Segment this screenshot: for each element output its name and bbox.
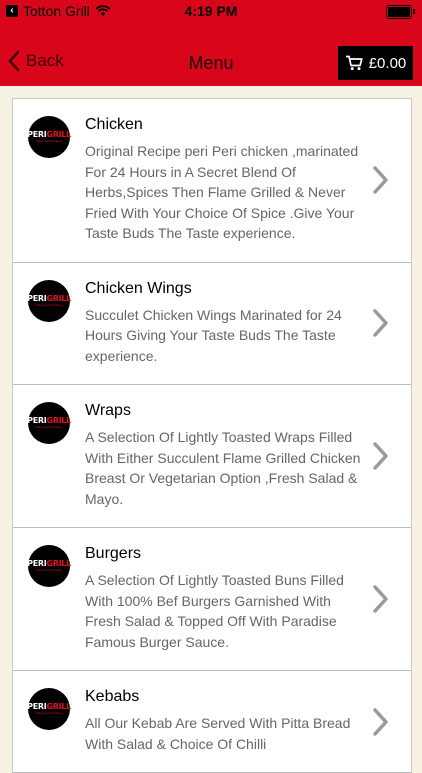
menu-item-description: A Selection Of Lightly Toasted Wraps Fil… [85, 429, 361, 507]
navigation-bar: Back Menu £0.00 [0, 22, 422, 86]
menu-item-wraps[interactable]: PERIGRILL Flame Grill Chicken Wraps A Se… [13, 385, 411, 528]
menu-item-title: Chicken [85, 116, 143, 133]
menu-item-title: Kebabs [85, 688, 140, 705]
restaurant-logo: PERIGRILL Flame Grill Chicken [27, 116, 71, 158]
menu-item-description: All Our Kebab Are Served With Pitta Brea… [85, 715, 351, 752]
menu-item-title: Burgers [85, 545, 142, 562]
restaurant-logo: PERIGRILL Flame Grill Chicken [27, 688, 71, 730]
menu-item-description: Original Recipe peri Peri chicken ,marin… [85, 143, 359, 241]
menu-item-title: Wraps [85, 402, 131, 419]
chevron-right-icon [373, 309, 388, 337]
cart-button[interactable]: £0.00 [338, 46, 413, 80]
menu-item-chicken-wings[interactable]: PERIGRILL Flame Grill Chicken Chicken Wi… [13, 263, 411, 385]
restaurant-logo: PERIGRILL Flame Grill Chicken [27, 402, 71, 444]
cart-icon [345, 55, 363, 71]
menu-item-kebabs[interactable]: PERIGRILL Flame Grill Chicken Kebabs All… [13, 671, 411, 773]
menu-item-description: Succulet Chicken Wings Marinated for 24 … [85, 306, 342, 364]
menu-item-burgers[interactable]: PERIGRILL Flame Grill Chicken Burgers A … [13, 528, 411, 671]
restaurant-logo: PERIGRILL Flame Grill Chicken [27, 279, 71, 322]
restaurant-logo: PERIGRILL Flame Grill Chicken [27, 545, 71, 587]
menu-item-description: A Selection Of Lightly Toasted Buns Fill… [85, 572, 344, 650]
menu-list: PERIGRILL Flame Grill Chicken Chicken Or… [12, 98, 412, 773]
chevron-right-icon [373, 585, 388, 613]
cart-total: £0.00 [368, 54, 407, 72]
menu-item-chicken[interactable]: PERIGRILL Flame Grill Chicken Chicken Or… [13, 99, 411, 263]
chevron-right-icon [373, 442, 388, 470]
battery-icon [386, 5, 415, 19]
status-time: 4:19 PM [184, 3, 238, 19]
menu-item-title: Chicken Wings [85, 279, 192, 297]
chevron-right-icon [373, 707, 388, 736]
chevron-right-icon [373, 166, 388, 194]
status-bar: ‹ Totton Grill 4:19 PM [0, 0, 422, 22]
